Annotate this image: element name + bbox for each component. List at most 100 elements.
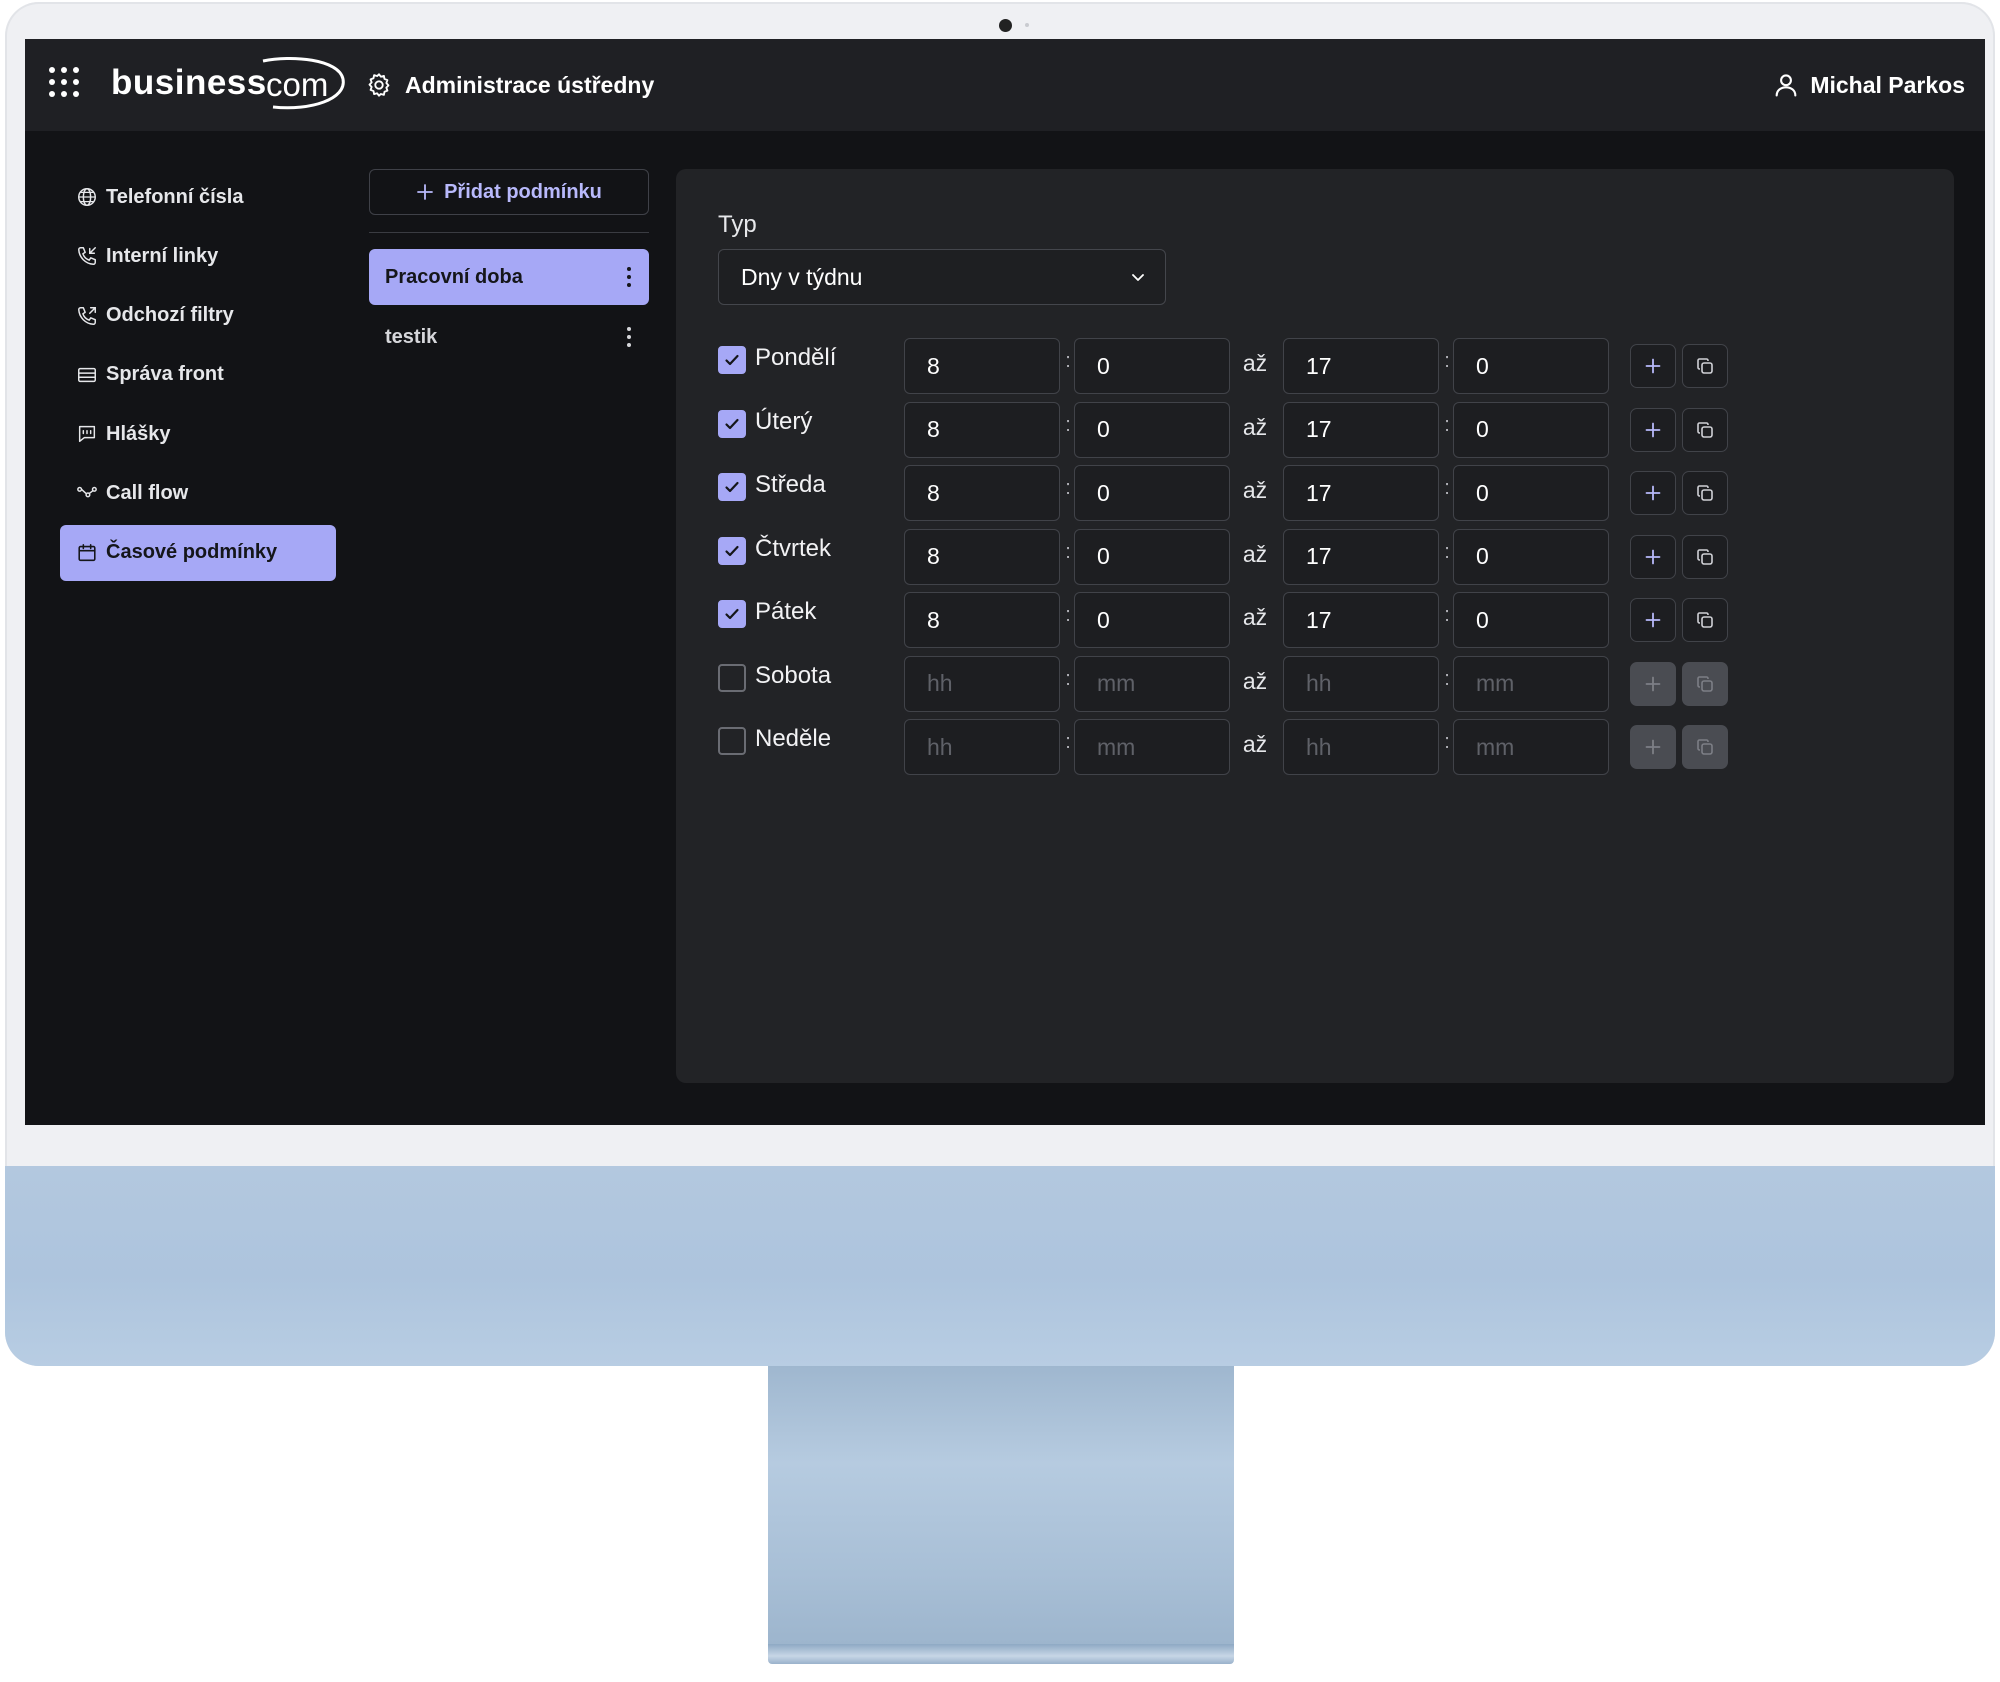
plus-icon (1645, 422, 1661, 437)
range-separator: až (1242, 731, 1268, 757)
sidebar-item-odchozi-filtry[interactable]: Odchozí filtry (60, 288, 336, 344)
time-input-from-m[interactable]: mm (1074, 719, 1230, 775)
time-input-from-m[interactable]: mm (1074, 655, 1230, 712)
app-grid-icon[interactable] (49, 67, 79, 97)
add-interval-button[interactable] (1630, 471, 1676, 515)
time-input-from-h[interactable]: 8 (904, 465, 1060, 521)
conditions-list: Přidat podmínku Pracovní doba testik (369, 169, 649, 369)
day-checkbox[interactable] (718, 663, 746, 692)
day-checkbox[interactable] (718, 727, 746, 755)
time-input-to-h[interactable]: 17 (1283, 465, 1439, 521)
plus-icon (1645, 676, 1661, 691)
time-input-from-h[interactable]: 8 (904, 338, 1060, 394)
copy-interval-button[interactable] (1682, 471, 1728, 515)
time-input-value: 0 (1476, 606, 1489, 633)
copy-interval-button[interactable] (1682, 534, 1728, 579)
add-interval-button[interactable] (1630, 725, 1676, 769)
business-com-logo[interactable]: business com (111, 53, 351, 117)
day-checkbox[interactable] (718, 409, 746, 438)
user-name: Michal Parkos (1810, 71, 1965, 98)
time-input-to-h[interactable]: 17 (1283, 338, 1439, 394)
time-input-value: mm (1097, 670, 1136, 696)
copy-interval-button[interactable] (1682, 661, 1728, 706)
list-icon (78, 367, 96, 383)
copy-interval-button[interactable] (1682, 407, 1728, 452)
time-input-value: 0 (1097, 416, 1110, 442)
copy-icon (1697, 739, 1713, 755)
time-colon: : (1444, 731, 1450, 753)
user-menu[interactable]: Michal Parkos (1772, 65, 1965, 105)
globe-icon (78, 188, 96, 206)
time-input-from-m[interactable]: 0 (1074, 401, 1230, 458)
time-input-value: mm (1476, 670, 1515, 696)
time-input-value: 0 (1476, 479, 1489, 506)
time-input-from-m[interactable]: 0 (1074, 528, 1230, 585)
time-input-from-m[interactable]: 0 (1074, 592, 1230, 648)
condition-label: Pracovní doba (385, 265, 523, 288)
copy-icon (1697, 485, 1713, 501)
sidebar-item-casove-podminky[interactable]: Časové podmínky (60, 524, 336, 581)
time-input-to-h[interactable]: hh (1283, 655, 1439, 712)
time-input-to-m[interactable]: 0 (1453, 592, 1609, 648)
day-row: Pátek 8: 0 až 17: 0 (718, 592, 1818, 648)
time-input-from-h[interactable]: hh (904, 655, 1060, 712)
sidebar-item-hlasky[interactable]: Hlášky (60, 406, 336, 462)
time-input-value: 17 (1306, 352, 1332, 379)
sidebar-item-interni-linky[interactable]: Interní linky (60, 228, 336, 284)
divider (369, 232, 649, 233)
gear-icon (368, 73, 390, 97)
add-interval-button[interactable] (1630, 661, 1676, 706)
sidebar-item-label: Call flow (106, 481, 189, 504)
range-separator: až (1242, 667, 1268, 694)
day-checkbox[interactable] (718, 600, 746, 628)
copy-interval-button[interactable] (1682, 598, 1728, 642)
more-vertical-icon[interactable] (623, 261, 635, 293)
time-input-to-h[interactable]: 17 (1283, 592, 1439, 648)
time-input-value: 0 (1476, 352, 1489, 379)
time-input-to-h[interactable]: 17 (1283, 401, 1439, 458)
type-select[interactable]: Dny v týdnu (718, 249, 1166, 305)
copy-interval-button[interactable] (1682, 725, 1728, 769)
add-interval-button[interactable] (1630, 344, 1676, 388)
time-input-to-m[interactable]: 0 (1453, 401, 1609, 458)
time-input-from-h[interactable]: 8 (904, 401, 1060, 458)
time-input-to-m[interactable]: 0 (1453, 338, 1609, 394)
add-interval-button[interactable] (1630, 534, 1676, 579)
time-colon: : (1065, 731, 1071, 753)
condition-item-testik[interactable]: testik (369, 309, 649, 365)
time-input-from-h[interactable]: 8 (904, 528, 1060, 585)
sidebar-item-sprava-front[interactable]: Správa front (60, 347, 336, 403)
time-input-to-m[interactable]: mm (1453, 719, 1609, 775)
add-condition-button[interactable]: Přidat podmínku (369, 169, 649, 215)
time-input-value: 8 (927, 543, 940, 569)
sidebar-item-call-flow[interactable]: Call flow (60, 465, 336, 521)
time-input-from-m[interactable]: 0 (1074, 465, 1230, 521)
time-colon: : (1444, 413, 1450, 436)
time-input-to-m[interactable]: 0 (1453, 465, 1609, 521)
copy-icon (1697, 548, 1713, 565)
condition-item-pracovni-doba[interactable]: Pracovní doba (369, 249, 649, 305)
add-interval-button[interactable] (1630, 407, 1676, 452)
time-input-value: hh (927, 733, 953, 760)
time-input-from-h[interactable]: hh (904, 719, 1060, 775)
time-input-from-h[interactable]: 8 (904, 592, 1060, 648)
time-input-to-m[interactable]: mm (1453, 655, 1609, 712)
sidebar-item-telefonni-cisla[interactable]: Telefonní čísla (60, 169, 336, 225)
time-input-to-m[interactable]: 0 (1453, 528, 1609, 585)
day-label: Čtvrtek (755, 534, 832, 562)
add-interval-button[interactable] (1630, 598, 1676, 642)
monitor-stand-foot (768, 1644, 1234, 1664)
time-input-to-h[interactable]: hh (1283, 719, 1439, 775)
time-input-to-h[interactable]: 17 (1283, 528, 1439, 585)
time-input-value: 8 (927, 416, 940, 442)
day-checkbox[interactable] (718, 346, 746, 374)
range-separator: až (1242, 604, 1268, 630)
day-label: Úterý (755, 407, 813, 435)
day-checkbox[interactable] (718, 536, 746, 565)
range-separator: až (1242, 413, 1268, 440)
time-input-from-m[interactable]: 0 (1074, 338, 1230, 394)
more-vertical-icon[interactable] (623, 321, 635, 353)
day-checkbox[interactable] (718, 473, 746, 501)
admin-title[interactable]: Administrace ústředny (365, 65, 654, 105)
copy-interval-button[interactable] (1682, 344, 1728, 388)
